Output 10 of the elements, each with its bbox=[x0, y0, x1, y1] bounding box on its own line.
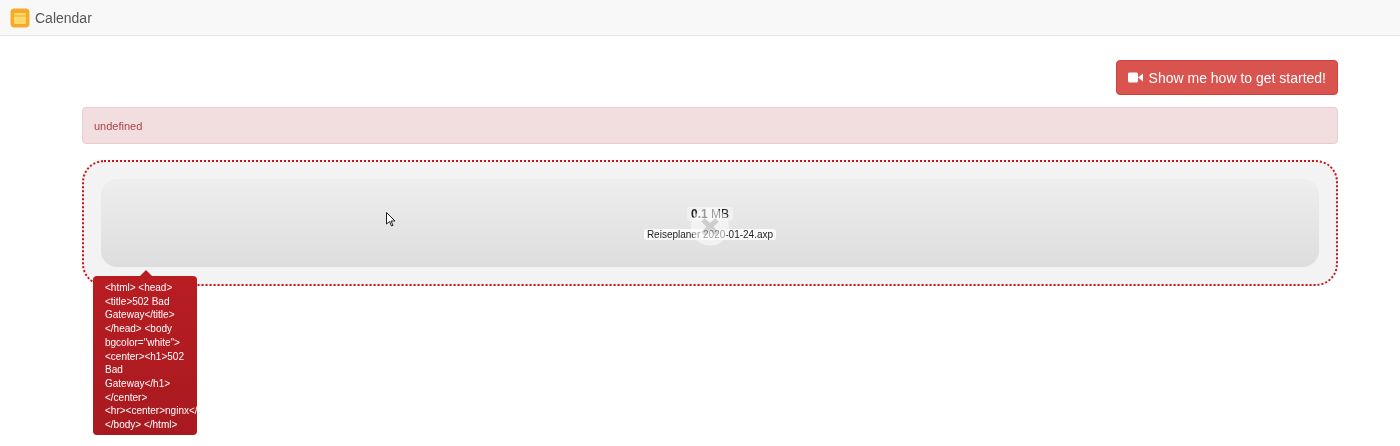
file-size: 0.1 MB bbox=[687, 206, 733, 221]
video-camera-icon bbox=[1127, 72, 1143, 83]
error-alert: undefined bbox=[82, 107, 1338, 144]
file-name: Reiseplaner 2020-01-24.axp bbox=[643, 228, 777, 240]
error-tooltip: <html> <head> <title>502 Bad Gateway</title> </head> <body bgcolor="white"> <center><h1>502 Bad Gateway</h1> </center> <hr><center>nginx</ </body> </html> bbox=[93, 276, 197, 435]
mouse-cursor-icon bbox=[386, 212, 396, 227]
tooltip-arrow-icon bbox=[140, 270, 152, 276]
get-started-button[interactable]: Show me how to get started! bbox=[1115, 60, 1338, 95]
app-title: Calendar bbox=[35, 9, 92, 26]
calendar-app-icon bbox=[10, 7, 30, 28]
